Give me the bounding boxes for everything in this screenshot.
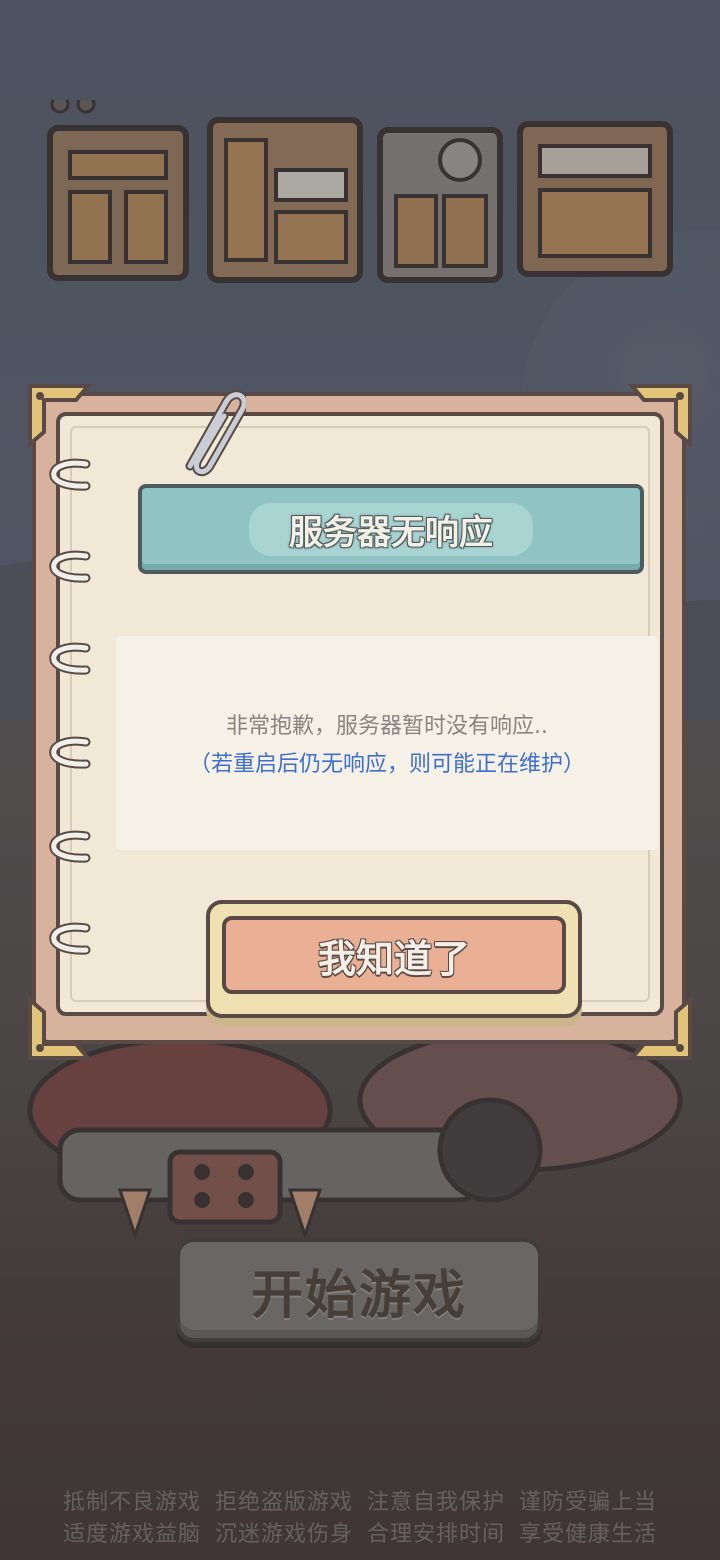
dialog-title-plate: 服务器无响应 xyxy=(138,484,644,574)
dialog-title: 服务器无响应 xyxy=(289,512,493,553)
binder-ring-icon xyxy=(49,550,91,583)
binder-ring-icon xyxy=(49,736,91,769)
binder-ring-icon xyxy=(49,922,91,955)
acknowledge-button-label: 我知道了 xyxy=(317,936,470,981)
server-error-dialog: 服务器无响应 非常抱歉，服务器暂时没有响应.. （若重启后仍无响应，则可能正在维… xyxy=(26,382,694,1062)
dialog-message-box: 非常抱歉，服务器暂时没有响应.. （若重启后仍无响应，则可能正在维护） xyxy=(116,636,658,850)
acknowledge-button-face: 我知道了 xyxy=(222,916,566,994)
dialog-maintenance-note: （若重启后仍无响应，则可能正在维护） xyxy=(188,752,585,777)
binder-ring-icon xyxy=(49,642,91,675)
paper-clip-icon xyxy=(185,390,246,477)
binder-ring-icon xyxy=(49,458,91,491)
dialog-paper: 服务器无响应 非常抱歉，服务器暂时没有响应.. （若重启后仍无响应，则可能正在维… xyxy=(56,412,664,1018)
acknowledge-button[interactable]: 我知道了 xyxy=(206,900,582,1018)
dialog-title-pill: 服务器无响应 xyxy=(249,502,533,556)
dialog-message: 非常抱歉，服务器暂时没有响应.. xyxy=(226,714,548,739)
binder-ring-icon xyxy=(49,830,91,863)
